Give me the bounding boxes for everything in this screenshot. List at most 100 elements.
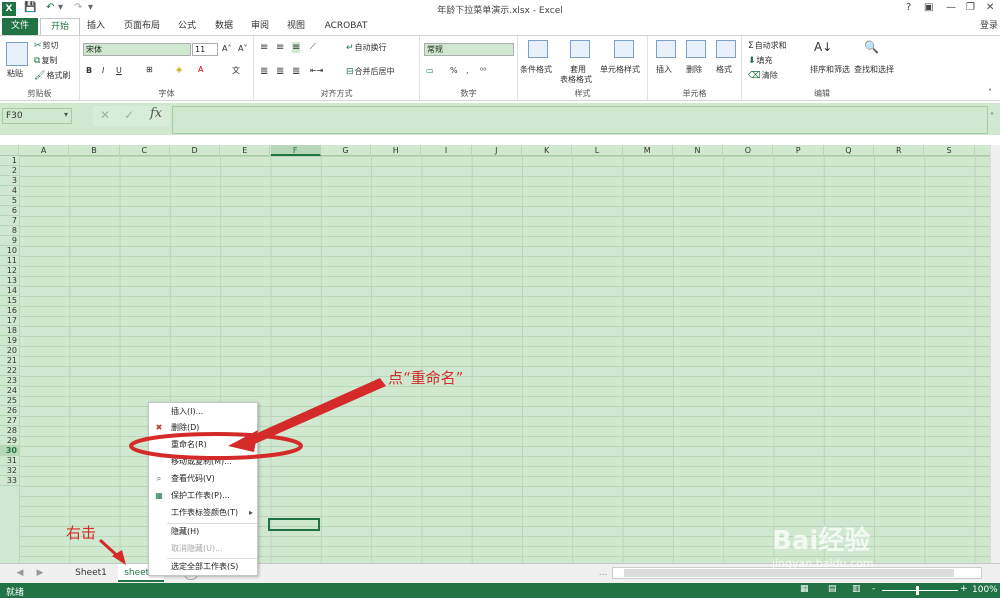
row-header-23[interactable]: 23 [0,376,19,386]
menu-item-rename[interactable]: 重命名(R) [171,438,207,452]
column-header-C[interactable]: C [120,145,170,156]
sign-in-link[interactable]: 登录 [978,18,1000,35]
font-color-icon[interactable]: A [198,65,203,74]
column-header-D[interactable]: D [170,145,221,156]
sheet-nav-prev-icon[interactable]: ◀ [14,564,26,582]
row-header-2[interactable]: 2 [0,166,19,176]
menu-item-protect[interactable]: 保护工作表(P)... [171,489,230,503]
column-header-I[interactable]: I [421,145,472,156]
selected-cell-F30[interactable] [268,518,320,531]
decimal-icon[interactable]: ⁰⁰ [480,66,486,75]
underline-button[interactable]: U [116,66,122,75]
menu-item-move-copy[interactable]: 移动或复制(M)... [171,455,232,469]
row-header-29[interactable]: 29 [0,436,19,446]
border-icon[interactable]: ⊞ [146,65,153,74]
tab-acrobat[interactable]: ACROBAT [318,18,374,35]
format-table-icon[interactable] [570,40,590,58]
insert-cells-button[interactable]: 插入 [656,64,672,75]
page-layout-view-icon[interactable]: ▤ [828,584,837,594]
tab-view[interactable]: 视图 [280,18,312,35]
row-header-22[interactable]: 22 [0,366,19,376]
row-header-4[interactable]: 4 [0,186,19,196]
sheet-split-handle[interactable]: ... [598,564,608,582]
row-header-16[interactable]: 16 [0,306,19,316]
column-header-F[interactable]: F [270,145,321,156]
normal-view-icon[interactable]: ▦ [800,584,809,594]
expand-formula-icon[interactable]: ˅ [990,112,994,121]
format-table-button-line2[interactable]: 表格格式 [560,74,592,85]
row-header-19[interactable]: 19 [0,336,19,346]
formula-input[interactable] [172,106,988,134]
row-header-10[interactable]: 10 [0,246,19,256]
menu-item-view-code[interactable]: 查看代码(V) [171,472,215,486]
currency-icon[interactable]: ▭ [426,66,434,75]
number-format-select[interactable]: 常规 [424,43,514,56]
row-header-30[interactable]: 30 [0,446,19,456]
paste-button[interactable]: 粘贴 [7,68,23,79]
wrap-text-button[interactable]: ↵自动换行 [346,42,387,53]
cut-button[interactable]: ✂剪切 [34,40,59,51]
name-box[interactable]: F30 [2,108,72,124]
row-header-26[interactable]: 26 [0,406,19,416]
insert-function-icon[interactable]: fx [150,106,162,121]
bold-button[interactable]: B [86,66,92,75]
column-header-L[interactable]: L [572,145,623,156]
align-middle-icon[interactable]: ≡ [276,42,284,53]
indent-icon[interactable]: ⇤⇥ [310,66,323,75]
row-header-20[interactable]: 20 [0,346,19,356]
column-header-K[interactable]: K [522,145,573,156]
name-box-dropdown-icon[interactable]: ▾ [64,110,68,119]
row-header-8[interactable]: 8 [0,226,19,236]
align-right-icon[interactable]: ≣ [292,66,300,77]
column-header-S[interactable]: S [924,145,975,156]
format-cells-button[interactable]: 格式 [716,64,732,75]
find-select-button[interactable]: 查找和选择 [854,64,894,75]
align-top-icon[interactable]: ≡ [260,42,268,53]
column-header-B[interactable]: B [69,145,120,156]
menu-item-insert[interactable]: 插入(I)... [171,405,203,419]
phonetic-icon[interactable]: 文 [232,65,240,76]
format-cells-icon[interactable] [716,40,736,58]
row-header-21[interactable]: 21 [0,356,19,366]
row-header-31[interactable]: 31 [0,456,19,466]
grow-font-button[interactable]: A˄ [222,44,231,53]
column-header-R[interactable]: R [874,145,925,156]
row-header-3[interactable]: 3 [0,176,19,186]
row-header-13[interactable]: 13 [0,276,19,286]
tab-home[interactable]: 开始 [40,18,80,35]
copy-button[interactable]: ⧉复制 [34,55,57,66]
row-header-17[interactable]: 17 [0,316,19,326]
column-header-G[interactable]: G [321,145,372,156]
column-header-P[interactable]: P [774,145,824,156]
row-header-6[interactable]: 6 [0,206,19,216]
collapse-ribbon-icon[interactable]: ˄ [988,88,992,97]
menu-item-select-all[interactable]: 选定全部工作表(S) [171,560,238,574]
delete-cells-button[interactable]: 删除 [686,64,702,75]
enter-icon[interactable]: ✓ [124,108,134,122]
clear-button[interactable]: ⌫清除 [748,70,778,81]
tab-file[interactable]: 文件 [2,18,38,35]
menu-item-tab-color[interactable]: 工作表标签颜色(T) [171,506,238,520]
column-header-J[interactable]: J [472,145,522,156]
row-header-27[interactable]: 27 [0,416,19,426]
column-header-Q[interactable]: Q [824,145,875,156]
fill-color-icon[interactable]: ◈ [176,65,182,74]
cancel-icon[interactable]: ✕ [100,108,110,122]
italic-button[interactable]: I [102,66,104,75]
row-header-28[interactable]: 28 [0,426,19,436]
percent-button[interactable]: % [450,66,458,75]
column-header-O[interactable]: O [723,145,774,156]
align-bottom-icon[interactable]: ≡ [292,42,301,53]
delete-cells-icon[interactable] [686,40,706,58]
vertical-scrollbar[interactable] [990,145,1000,563]
help-icon[interactable]: ? [906,2,911,13]
row-header-15[interactable]: 15 [0,296,19,306]
shrink-font-button[interactable]: A˅ [238,44,247,53]
format-painter-button[interactable]: 🖌格式刷 [34,70,70,81]
comma-button[interactable]: , [466,66,469,75]
cell-styles-icon[interactable] [614,40,634,58]
insert-cells-icon[interactable] [656,40,676,58]
minimize-icon[interactable]: — [946,2,956,13]
tab-page-layout[interactable]: 页面布局 [116,18,168,35]
zoom-out-button[interactable]: - [872,584,875,594]
